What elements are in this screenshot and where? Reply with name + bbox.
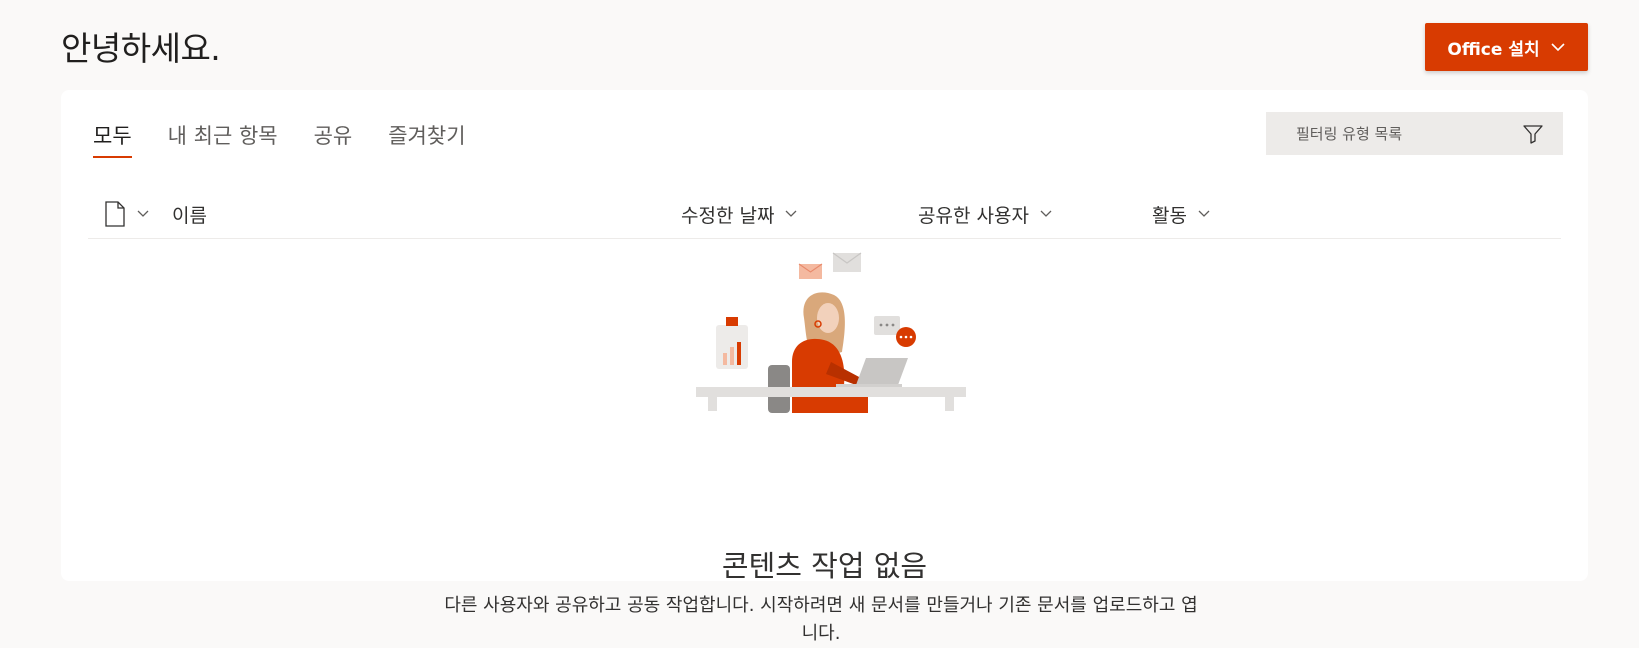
file-type-column[interactable] <box>104 190 150 238</box>
column-activity-label: 활동 <box>1152 204 1187 227</box>
chevron-down-icon <box>785 210 797 217</box>
tab-all[interactable]: 모두 <box>93 120 132 158</box>
chevron-down-icon <box>137 210 149 217</box>
tab-favorites[interactable]: 즐겨찾기 <box>388 120 465 158</box>
column-header-row: 이름 수정한 날짜 공유한 사용자 활동 <box>88 190 1561 239</box>
empty-state-description: 다른 사용자와 공유하고 공동 작업합니다. 시작하려면 새 문서를 만들거나 … <box>444 595 1198 644</box>
filter-box[interactable] <box>1266 112 1563 155</box>
tab-bar: 모두 내 최근 항목 공유 즐겨찾기 <box>93 120 466 158</box>
page-greeting: 안녕하세요. <box>61 29 221 68</box>
content-card: 모두 내 최근 항목 공유 즐겨찾기 이름 수정한 날짜 <box>61 90 1588 644</box>
tab-shared[interactable]: 공유 <box>314 120 353 158</box>
column-modified-label: 수정한 날짜 <box>681 204 775 227</box>
column-name-label: 이름 <box>172 204 207 227</box>
filter-input[interactable] <box>1294 123 1518 144</box>
column-shared-by[interactable]: 공유한 사용자 <box>918 190 1053 238</box>
column-modified[interactable]: 수정한 날짜 <box>681 190 798 238</box>
column-activity[interactable]: 활동 <box>1152 190 1211 238</box>
chevron-down-icon <box>1040 210 1052 217</box>
column-shared-by-label: 공유한 사용자 <box>918 204 1029 227</box>
document-icon <box>105 201 125 227</box>
install-office-label: Office 설치 <box>1447 39 1540 60</box>
column-name[interactable]: 이름 <box>172 190 207 238</box>
filter-icon[interactable] <box>1521 122 1545 146</box>
chevron-down-icon <box>1198 210 1210 217</box>
empty-state-title: 콘텐츠 작업 없음 <box>721 549 928 583</box>
chevron-down-icon <box>1551 43 1565 52</box>
install-office-button[interactable]: Office 설치 <box>1425 23 1588 71</box>
tab-recent[interactable]: 내 최근 항목 <box>168 120 278 158</box>
woman-at-laptop-illustration <box>696 252 966 413</box>
